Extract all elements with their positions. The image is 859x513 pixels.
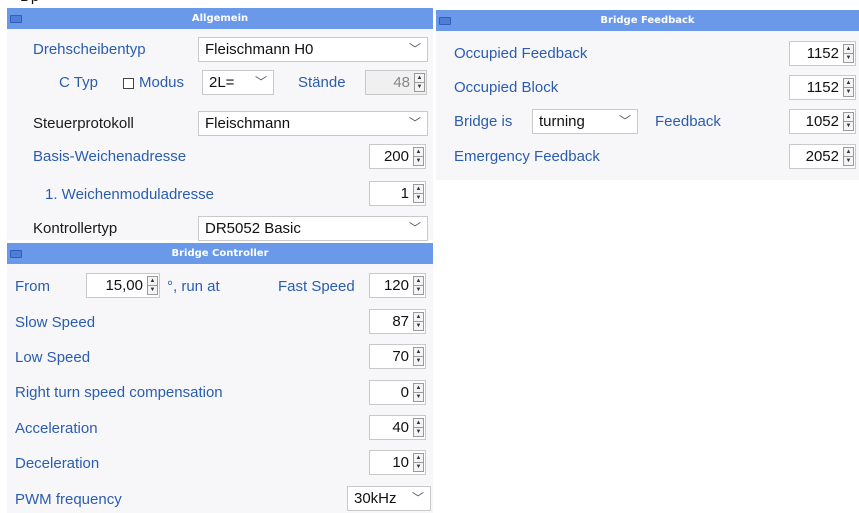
basis-weichenadresse-label: Basis-Weichenadresse (33, 148, 187, 165)
kontrollertyp-label: Kontrollertyp (33, 220, 118, 237)
drehscheibentyp-label: Drehscheibentyp (33, 41, 146, 58)
feedback-label: Feedback (655, 113, 721, 130)
spin-arrows-icon[interactable]: ▲ ▼ (413, 453, 424, 472)
ctyp-label: C Typ (59, 74, 98, 91)
deceleration-spinbox[interactable]: 10 ▲ ▼ (369, 450, 426, 475)
right-turn-compensation-spinbox[interactable]: 0 ▲ ▼ (369, 380, 426, 405)
spin-arrows-icon[interactable]: ▲ ▼ (413, 184, 424, 203)
chevron-down-icon: ﹀ (408, 116, 421, 130)
allgemein-title: Allgemein (191, 13, 249, 24)
run-at-label: °, run at (167, 278, 220, 295)
kontrollertyp-value: DR5052 Basic (205, 220, 301, 237)
steuerprotokoll-label: Steuerprotokoll (33, 115, 134, 132)
modus-checkbox[interactable] (123, 78, 134, 89)
right-turn-compensation-value: 0 (400, 384, 409, 401)
right-turn-compensation-label: Right turn speed compensation (15, 384, 223, 401)
basis-weichenadresse-value: 200 (383, 148, 409, 165)
spin-arrows-icon[interactable]: ▲ ▼ (147, 276, 158, 295)
weichenmoduladresse-value: 1 (400, 185, 409, 202)
occupied-block-spinbox[interactable]: 1152 ▲ ▼ (789, 75, 856, 100)
weichenmoduladresse-label: 1. Weichenmoduladresse (45, 186, 214, 203)
spin-arrows-icon[interactable]: ▲ ▼ (843, 147, 854, 166)
chevron-down-icon: ﹀ (408, 221, 421, 235)
staende-spinbox[interactable]: 48 ▲ ▼ (365, 70, 427, 95)
from-value: 15,00 (105, 277, 143, 294)
slow-speed-label: Slow Speed (15, 314, 96, 331)
emergency-feedback-spinbox[interactable]: 2052 ▲ ▼ (789, 144, 856, 169)
emergency-feedback-label: Emergency Feedback (454, 148, 600, 165)
bridge-feedback-title: Bridge Feedback (600, 15, 695, 26)
modus-label: Modus (139, 74, 185, 91)
spin-arrows-icon[interactable]: ▲ ▼ (413, 347, 424, 366)
spin-arrows-icon[interactable]: ▲ ▼ (843, 112, 854, 131)
spin-arrows-icon[interactable]: ▲ ▼ (413, 312, 424, 331)
feedback-value: 1052 (805, 113, 839, 130)
spin-arrows-icon[interactable]: ▲ ▼ (413, 418, 424, 437)
fast-speed-value: 120 (383, 277, 409, 294)
bridge-controller-body: From 15,00 ▲ ▼ °, run at Fast Speed 120 ▲… (7, 264, 433, 513)
chevron-down-icon: ﹀ (254, 75, 267, 89)
bridge-is-select[interactable]: turning ﹀ (532, 109, 638, 134)
spin-arrows-icon[interactable]: ▲ ▼ (413, 147, 424, 166)
panel-menu-icon[interactable] (10, 15, 22, 23)
occupied-block-label: Occupied Block (454, 79, 559, 96)
drehscheibentyp-select[interactable]: Fleischmann H0 ﹀ (198, 37, 428, 62)
allgemein-body: Drehscheibentyp Fleischmann H0 ﹀ C Typ M… (7, 29, 433, 241)
fast-speed-label: Fast Speed (278, 278, 355, 295)
clipped-top-text: Dp (0, 0, 70, 8)
bridge-feedback-body: Occupied Feedback 1152 ▲ ▼ Occupied Block… (436, 31, 859, 180)
slow-speed-spinbox[interactable]: 87 ▲ ▼ (369, 309, 426, 334)
ctyp-select[interactable]: 2L= ﹀ (202, 70, 274, 95)
bridge-feedback-panel: Bridge Feedback Occupied Feedback 1152 ▲… (436, 10, 859, 180)
occupied-block-value: 1152 (806, 79, 839, 96)
pwm-frequency-value: 30kHz (354, 490, 397, 507)
bridge-feedback-titlebar[interactable]: Bridge Feedback (436, 10, 859, 31)
acceleration-value: 40 (392, 419, 409, 436)
pwm-frequency-label: PWM frequency (15, 491, 122, 508)
bridge-is-value: turning (539, 113, 585, 130)
pwm-frequency-select[interactable]: 30kHz ﹀ (347, 486, 431, 511)
staende-label: Stände (298, 74, 346, 91)
low-speed-value: 70 (392, 348, 409, 365)
acceleration-spinbox[interactable]: 40 ▲ ▼ (369, 415, 426, 440)
bridge-controller-title: Bridge Controller (171, 248, 269, 259)
occupied-feedback-value: 1152 (806, 45, 839, 62)
chevron-down-icon: ﹀ (408, 42, 421, 56)
occupied-feedback-spinbox[interactable]: 1152 ▲ ▼ (789, 41, 856, 66)
chevron-down-icon: ﹀ (618, 114, 631, 128)
staende-value: 48 (393, 74, 410, 91)
from-spinbox[interactable]: 15,00 ▲ ▼ (86, 273, 160, 298)
spin-arrows-icon[interactable]: ▲ ▼ (843, 44, 854, 63)
weichenmoduladresse-spinbox[interactable]: 1 ▲ ▼ (369, 181, 426, 206)
deceleration-value: 10 (392, 454, 409, 471)
low-speed-label: Low Speed (15, 349, 91, 366)
panel-menu-icon[interactable] (10, 250, 22, 258)
deceleration-label: Deceleration (15, 455, 100, 472)
spin-arrows-icon[interactable]: ▲ ▼ (843, 78, 854, 97)
chevron-down-icon: ﹀ (411, 491, 424, 505)
basis-weichenadresse-spinbox[interactable]: 200 ▲ ▼ (369, 144, 426, 169)
kontrollertyp-select[interactable]: DR5052 Basic ﹀ (198, 216, 428, 241)
allgemein-titlebar[interactable]: Allgemein (7, 8, 433, 29)
feedback-spinbox[interactable]: 1052 ▲ ▼ (789, 109, 856, 134)
bridge-controller-panel: Bridge Controller From 15,00 ▲ ▼ °, run a… (7, 243, 433, 513)
drehscheibentyp-value: Fleischmann H0 (205, 41, 314, 58)
emergency-feedback-value: 2052 (805, 148, 839, 165)
fast-speed-spinbox[interactable]: 120 ▲ ▼ (369, 273, 426, 298)
bridge-is-label: Bridge is (454, 113, 513, 130)
spin-arrows-icon[interactable]: ▲ ▼ (413, 383, 424, 402)
panel-menu-icon[interactable] (439, 17, 451, 25)
bridge-controller-titlebar[interactable]: Bridge Controller (7, 243, 433, 264)
acceleration-label: Acceleration (15, 420, 98, 437)
allgemein-panel: Allgemein Drehscheibentyp Fleischmann H0… (7, 8, 433, 241)
from-label: From (15, 278, 50, 295)
ctyp-value: 2L= (209, 74, 235, 91)
low-speed-spinbox[interactable]: 70 ▲ ▼ (369, 344, 426, 369)
spin-arrows-icon[interactable]: ▲ ▼ (413, 276, 424, 295)
steuerprotokoll-value: Fleischmann (205, 115, 291, 132)
occupied-feedback-label: Occupied Feedback (454, 45, 588, 62)
slow-speed-value: 87 (392, 313, 409, 330)
spin-arrows-icon[interactable]: ▲ ▼ (414, 73, 425, 92)
steuerprotokoll-select[interactable]: Fleischmann ﹀ (198, 111, 428, 136)
